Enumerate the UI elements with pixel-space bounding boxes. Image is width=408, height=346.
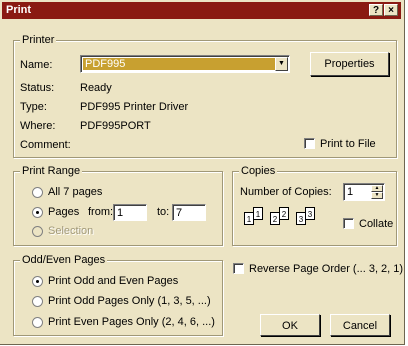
print-range-legend: Print Range <box>20 165 83 177</box>
print-even-only-radio[interactable] <box>32 317 43 328</box>
copies-legend: Copies <box>239 165 278 177</box>
printer-legend: Printer <box>20 34 57 46</box>
odd-even-legend: Odd/Even Pages <box>20 254 108 266</box>
to-label: to: <box>157 206 170 218</box>
print-to-file-checkbox[interactable] <box>304 138 315 149</box>
from-label: from: <box>88 206 114 218</box>
collate-page-icon: 2 <box>279 207 289 220</box>
name-label: Name: <box>20 59 53 71</box>
print-odd-even-radio[interactable] <box>32 276 43 287</box>
reverse-order-label: Reverse Page Order (... 3, 2, 1) <box>249 263 404 275</box>
all-pages-radio[interactable] <box>32 187 43 198</box>
print-even-only-label: Print Even Pages Only (2, 4, 6, ...) <box>48 316 215 328</box>
help-button[interactable]: ? <box>369 4 383 16</box>
where-label: Where: <box>20 120 56 132</box>
selection-radio[interactable] <box>32 226 43 237</box>
status-value: Ready <box>80 82 112 94</box>
spin-down-icon[interactable]: ▼ <box>371 192 383 199</box>
type-label: Type: <box>20 101 47 113</box>
title-bar: Print ? × <box>2 2 401 19</box>
print-odd-even-label: Print Odd and Even Pages <box>48 275 179 287</box>
print-odd-only-label: Print Odd Pages Only (1, 3, 5, ...) <box>48 295 211 307</box>
ok-button[interactable]: OK <box>260 314 320 336</box>
printer-name-select[interactable]: PDF995 ▼ <box>80 55 290 73</box>
pages-label: Pages <box>48 206 80 218</box>
number-of-copies-label: Number of Copies: <box>240 186 332 198</box>
properties-button[interactable]: Properties <box>310 52 389 76</box>
status-label: Status: <box>20 82 55 94</box>
reverse-order-checkbox[interactable] <box>233 263 244 274</box>
copies-spinner[interactable]: 1 ▲ ▼ <box>343 183 385 201</box>
collate-checkbox[interactable] <box>343 218 354 229</box>
printer-name-value: PDF995 <box>85 58 126 70</box>
collate-page-icon: 1 <box>253 207 263 220</box>
window-title: Print <box>6 4 32 16</box>
all-pages-label: All 7 pages <box>48 186 103 198</box>
cancel-button[interactable]: Cancel <box>330 314 390 336</box>
spin-up-icon[interactable]: ▲ <box>371 185 383 192</box>
selection-label: Selection <box>48 225 94 237</box>
comment-label: Comment: <box>20 139 71 151</box>
from-input[interactable]: 1 <box>113 204 147 221</box>
where-value: PDF995PORT <box>80 120 151 132</box>
close-button[interactable]: × <box>384 4 398 16</box>
type-value: PDF995 Printer Driver <box>80 101 189 113</box>
print-odd-only-radio[interactable] <box>32 296 43 307</box>
chevron-down-icon[interactable]: ▼ <box>275 57 288 71</box>
print-to-file-label: Print to File <box>320 138 376 150</box>
pages-radio[interactable] <box>32 207 43 218</box>
print-dialog: Print ? × Printer Name: PDF995 ▼ Propert… <box>0 0 405 345</box>
collate-page-icon: 3 <box>305 207 315 220</box>
collate-label: Collate <box>359 218 394 230</box>
to-input[interactable]: 7 <box>172 204 206 221</box>
